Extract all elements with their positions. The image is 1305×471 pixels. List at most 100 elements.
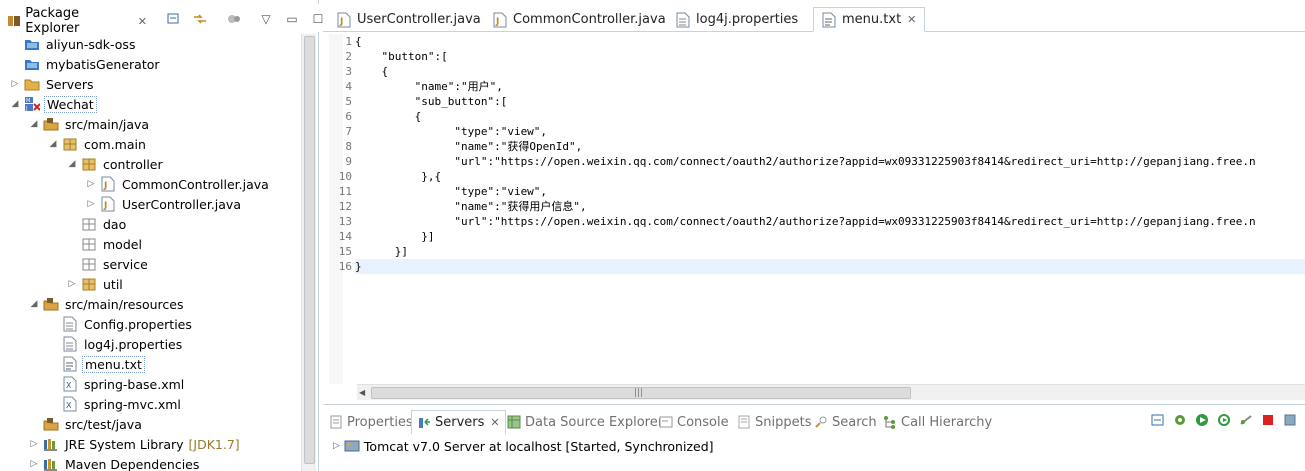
line-number: 13 (338, 215, 352, 228)
tree-item[interactable]: ▷ J CommonController.java (86, 174, 271, 194)
expand-icon[interactable]: ▷ (86, 179, 96, 189)
tree-item[interactable]: src/test/java (29, 414, 144, 434)
svg-text:J: J (339, 17, 343, 27)
editor-tab[interactable]: J UserController.java (329, 7, 489, 32)
project-tree: aliyun-sdk-oss mybatisGenerator ▷ Servers ◢ M… (0, 32, 300, 471)
tree-item-label: com.main (84, 136, 146, 152)
close-icon[interactable]: ✕ (138, 15, 147, 28)
expand-icon[interactable]: ▷ (333, 441, 340, 451)
code-line[interactable]: "name":"用户", (355, 79, 1305, 94)
horizontal-scrollbar[interactable]: ◀ ||| (357, 384, 1305, 400)
bottom-tab[interactable]: Properties (329, 410, 413, 434)
bottom-tab[interactable]: Call Hierarchy (883, 410, 992, 434)
expand-icon[interactable]: ▷ (10, 79, 20, 89)
expand-icon[interactable]: ▷ (67, 279, 77, 289)
bottom-tab[interactable]: Data Source Explorer (507, 410, 663, 434)
bottom-tab-label: Properties (347, 414, 413, 430)
tree-item[interactable]: ▷ JRE System Library [JDK1.7] (29, 434, 240, 454)
tree-item[interactable]: service (67, 254, 150, 274)
tree-item[interactable]: Xspring-mvc.xml (48, 394, 183, 414)
profile-icon[interactable] (1217, 413, 1231, 430)
debug-icon[interactable] (1173, 413, 1187, 430)
code-line[interactable]: }] (355, 229, 1305, 244)
close-icon[interactable]: ✕ (907, 13, 916, 26)
collapse-icon[interactable]: ◢ (48, 139, 58, 149)
tree-item[interactable]: ▷ Servers (10, 74, 96, 94)
scrollbar-thumb[interactable]: ||| (371, 387, 911, 399)
tree-item[interactable]: mybatisGenerator (10, 54, 162, 74)
publish-icon[interactable] (1239, 413, 1253, 430)
collapse-icon[interactable]: ◢ (29, 119, 39, 129)
code-line[interactable]: "name":"获得OpenId", (355, 139, 1305, 154)
link-with-editor-icon[interactable] (192, 12, 208, 26)
expand-icon[interactable]: ▷ (29, 459, 39, 469)
scrollbar-thumb[interactable] (304, 36, 315, 464)
expand-icon[interactable]: ▷ (86, 199, 96, 209)
bottom-tab[interactable]: Snippets (737, 410, 811, 434)
collapse-icon[interactable] (1151, 413, 1165, 430)
minimize-icon[interactable]: ▭ (284, 12, 300, 26)
tree-item[interactable]: Xspring-base.xml (48, 374, 186, 394)
collapse-icon[interactable]: ◢ (10, 99, 20, 109)
editor-tab[interactable]: log4j.properties (668, 7, 806, 32)
bottom-tab[interactable]: Console (659, 410, 729, 434)
code-line[interactable]: },{ (355, 169, 1305, 184)
properties-file-icon (676, 12, 690, 28)
code-line[interactable]: { (355, 109, 1305, 124)
code-line[interactable]: { (355, 64, 1305, 79)
tree-item[interactable]: menu.txt (48, 354, 145, 374)
code-line[interactable]: "url":"https://open.weixin.qq.com/connec… (355, 154, 1305, 169)
tree-item[interactable]: ◢ controller (67, 154, 165, 174)
bottom-tab-label: Snippets (755, 414, 812, 430)
tree-item[interactable]: ◢ src/main/resources (29, 294, 185, 314)
start-icon[interactable] (1195, 413, 1209, 430)
tomcat-server-icon (344, 440, 360, 452)
properties-file-icon (62, 316, 78, 332)
tree-item-label: spring-mvc.xml (84, 396, 181, 412)
tree-item[interactable]: ▷ util (67, 274, 125, 294)
editor-tab-label: log4j.properties (696, 12, 799, 27)
tree-item[interactable]: model (67, 234, 144, 254)
code-line[interactable]: } (355, 259, 1305, 274)
tree-item[interactable]: ◢ M J Wechat (10, 94, 97, 114)
code-line[interactable]: "sub_button":[ (355, 94, 1305, 109)
properties-view-icon (329, 415, 343, 429)
server-row[interactable]: ▷ Tomcat v7.0 Server at localhost [Start… (333, 437, 714, 455)
editor-tab[interactable]: menu.txt ✕ (813, 7, 926, 32)
tree-item[interactable]: ▷ Maven Dependencies (29, 454, 201, 471)
focus-icon[interactable] (226, 12, 242, 26)
stop-icon[interactable] (1261, 413, 1275, 430)
properties-file-icon (62, 336, 78, 352)
editor-tab[interactable]: J CommonController.java (485, 7, 674, 32)
scroll-left-icon[interactable]: ◀ (359, 388, 365, 397)
code-line[interactable]: "url":"https://open.weixin.qq.com/connec… (355, 214, 1305, 229)
code-line[interactable]: "name":"获得用户信息", (355, 199, 1305, 214)
tab-package-explorer[interactable]: Package Explorer ✕ (1, 6, 147, 36)
tree-item-label: JRE System Library (65, 436, 184, 452)
bottom-tab[interactable]: Search (814, 410, 877, 434)
expand-icon[interactable]: ▷ (29, 439, 39, 449)
code-line[interactable]: { (355, 34, 1305, 49)
collapse-all-icon[interactable] (166, 12, 182, 26)
tree-item[interactable]: log4j.properties (48, 334, 184, 354)
code-line[interactable]: }] (355, 244, 1305, 259)
vertical-scrollbar[interactable] (301, 34, 316, 471)
bottom-tab[interactable]: Servers ✕ (411, 410, 506, 434)
close-icon[interactable]: ✕ (490, 416, 499, 429)
code-line[interactable]: "button":[ (355, 49, 1305, 64)
code-line[interactable]: "type":"view", (355, 124, 1305, 139)
tree-item[interactable]: ◢ src/main/java (29, 114, 151, 134)
tree-item[interactable]: Config.properties (48, 314, 194, 334)
folder-icon (24, 76, 40, 92)
code-line[interactable]: "type":"view", (355, 184, 1305, 199)
collapse-icon[interactable]: ◢ (67, 159, 77, 169)
view-menu-icon[interactable]: ▽ (258, 12, 274, 26)
code-text[interactable]: { "button":[ { "name":"用户", "sub_button"… (355, 34, 1305, 274)
tree-item[interactable]: dao (67, 214, 128, 234)
tree-item[interactable]: ◢ com.main (48, 134, 148, 154)
tree-item[interactable]: aliyun-sdk-oss (10, 34, 137, 54)
collapse-icon[interactable]: ◢ (29, 299, 39, 309)
publish-server-icon[interactable] (1283, 413, 1297, 430)
tree-item[interactable]: ▷ J UserController.java (86, 194, 243, 214)
server-label: Tomcat v7.0 Server at localhost [Started… (363, 438, 714, 454)
